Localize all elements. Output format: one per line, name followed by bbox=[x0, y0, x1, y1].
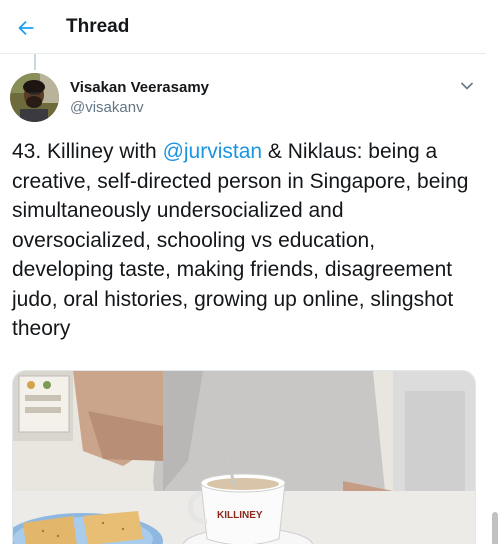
tweet-text-before: 43. Killiney with bbox=[12, 140, 163, 163]
scrollbar[interactable] bbox=[490, 0, 500, 544]
back-button[interactable] bbox=[8, 10, 44, 46]
photo-image: KILLINEY bbox=[13, 371, 475, 544]
page-title: Thread bbox=[66, 16, 130, 37]
author-name[interactable]: Visakan Veerasamy bbox=[70, 79, 209, 96]
thread-connector-line bbox=[34, 54, 36, 70]
avatar-image bbox=[10, 73, 59, 122]
tweet-options-button[interactable] bbox=[454, 73, 480, 99]
tweet-media-photo[interactable]: KILLINEY bbox=[12, 370, 476, 544]
author-avatar[interactable] bbox=[10, 73, 59, 122]
chevron-down-icon bbox=[460, 82, 474, 90]
scrollbar-thumb[interactable] bbox=[492, 512, 498, 544]
author-handle[interactable]: @visakanv bbox=[70, 99, 144, 116]
thread-header: Thread bbox=[0, 0, 486, 54]
mention-link[interactable]: @jurvistan bbox=[163, 140, 263, 163]
cup-logo-text: KILLINEY bbox=[217, 510, 263, 521]
tweet-text: 43. Killiney with @jurvistan & Niklaus: … bbox=[12, 137, 478, 344]
tweet-text-after: & Niklaus: being a creative, self-direct… bbox=[12, 140, 469, 340]
thread-page: Thread Visakan Veerasamy @visakanv 43. K… bbox=[0, 0, 500, 544]
arrow-left-icon bbox=[18, 20, 34, 36]
